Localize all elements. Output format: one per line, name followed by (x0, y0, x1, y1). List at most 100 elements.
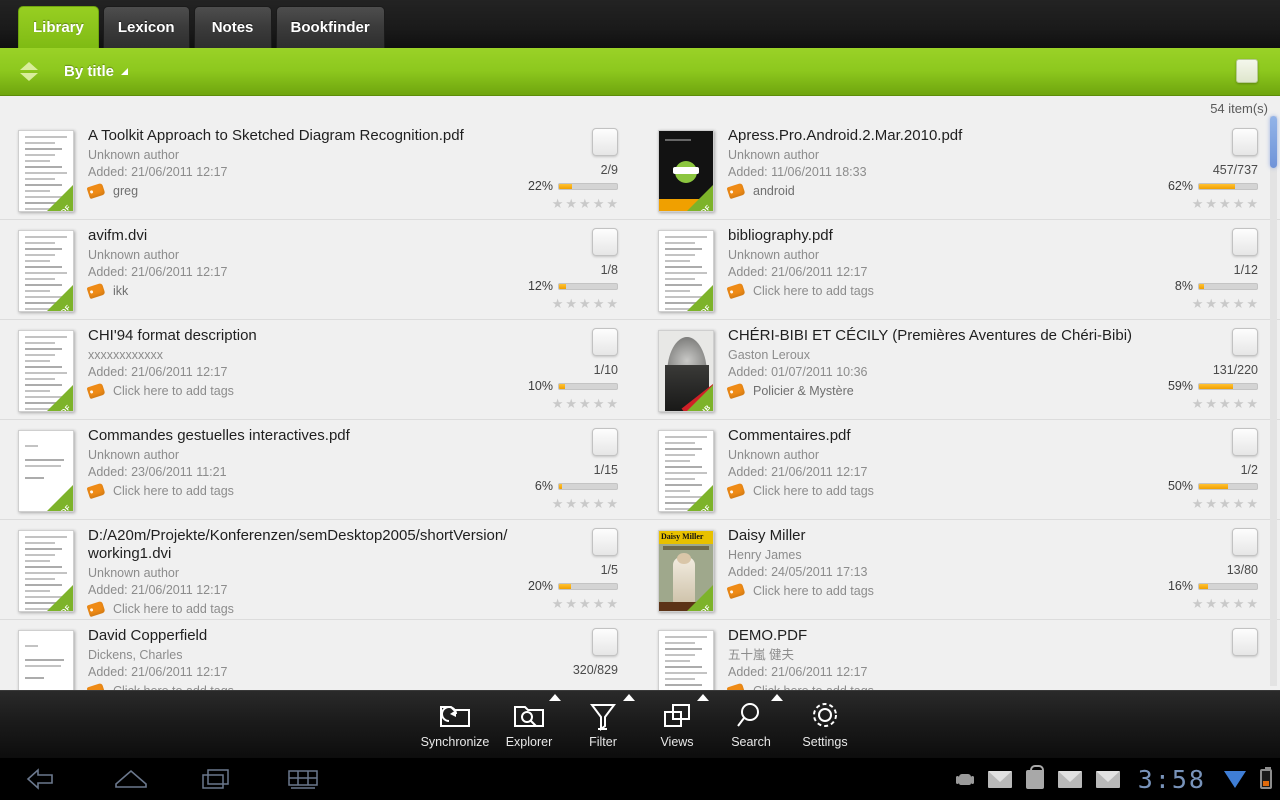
book-tag-label[interactable]: Click here to add tags (113, 484, 234, 498)
star-icon[interactable]: ★ (565, 297, 577, 310)
star-icon[interactable]: ★ (1192, 297, 1204, 310)
star-icon[interactable]: ★ (1192, 197, 1204, 210)
book-tag-label[interactable]: Click here to add tags (753, 584, 874, 598)
book-thumbnail[interactable]: PDF (18, 230, 74, 312)
book-select-checkbox[interactable] (592, 628, 618, 656)
star-icon[interactable]: ★ (1192, 497, 1204, 510)
book-select-checkbox[interactable] (592, 528, 618, 556)
book-tag-row[interactable]: ikk (86, 282, 512, 300)
book-tag-label[interactable]: Click here to add tags (753, 484, 874, 498)
book-tag-label[interactable]: Click here to add tags (113, 602, 234, 616)
rating-stars[interactable]: ★ ★ ★ ★ ★ (552, 397, 618, 410)
star-icon[interactable]: ★ (1192, 597, 1204, 610)
star-icon[interactable]: ★ (552, 297, 564, 310)
star-icon[interactable]: ★ (1246, 497, 1258, 510)
star-icon[interactable]: ★ (1192, 397, 1204, 410)
star-icon[interactable]: ★ (606, 397, 618, 410)
book-select-checkbox[interactable] (1232, 628, 1258, 656)
book-thumbnail[interactable]: Daisy MillerPDF (658, 530, 714, 612)
star-icon[interactable]: ★ (1219, 397, 1231, 410)
rating-stars[interactable]: ★ ★ ★ ★ ★ (1192, 397, 1258, 410)
book-tag-row[interactable]: Click here to add tags (726, 582, 1152, 600)
rating-stars[interactable]: ★ ★ ★ ★ ★ (552, 497, 618, 510)
toolbar-button-views[interactable]: Views (640, 693, 714, 757)
star-icon[interactable]: ★ (1233, 197, 1245, 210)
star-icon[interactable]: ★ (1219, 597, 1231, 610)
mail-icon[interactable] (1095, 770, 1120, 788)
star-icon[interactable]: ★ (606, 497, 618, 510)
sort-updown-icon[interactable] (12, 62, 46, 81)
book-list-item[interactable]: DEMO.PDF五十嵐 健夫Added: 21/06/2011 12:17Cli… (640, 620, 1280, 690)
book-select-checkbox[interactable] (1232, 328, 1258, 356)
book-select-checkbox[interactable] (1232, 128, 1258, 156)
book-list-item[interactable]: PDF bibliography.pdf Unknown author Added: … (640, 220, 1280, 320)
star-icon[interactable]: ★ (1205, 297, 1217, 310)
star-icon[interactable]: ★ (1233, 597, 1245, 610)
book-list-item[interactable]: EPUB CHÉRI-BIBI ET CÉCILY (Premières Aven… (640, 320, 1280, 420)
book-select-checkbox[interactable] (1232, 428, 1258, 456)
book-tag-row[interactable]: Click here to add tags (86, 382, 512, 400)
book-select-checkbox[interactable] (1232, 528, 1258, 556)
book-thumbnail[interactable] (18, 630, 74, 690)
star-icon[interactable]: ★ (593, 597, 605, 610)
recents-icon[interactable] (194, 764, 240, 794)
home-icon[interactable] (108, 764, 154, 794)
tab-bookfinder[interactable]: Bookfinder (275, 6, 385, 48)
back-icon[interactable] (22, 764, 68, 794)
star-icon[interactable]: ★ (579, 397, 591, 410)
star-icon[interactable]: ★ (1219, 197, 1231, 210)
star-icon[interactable]: ★ (565, 497, 577, 510)
star-icon[interactable]: ★ (1205, 397, 1217, 410)
star-icon[interactable]: ★ (565, 197, 577, 210)
book-tag-label[interactable]: Click here to add tags (753, 284, 874, 298)
book-thumbnail[interactable]: EPUB (658, 330, 714, 412)
keyboard-icon[interactable] (280, 764, 326, 794)
star-icon[interactable]: ★ (552, 597, 564, 610)
star-icon[interactable]: ★ (565, 397, 577, 410)
star-icon[interactable]: ★ (552, 197, 564, 210)
book-tag-row[interactable]: android (726, 182, 1152, 200)
book-select-checkbox[interactable] (592, 328, 618, 356)
star-icon[interactable]: ★ (579, 497, 591, 510)
star-icon[interactable]: ★ (593, 397, 605, 410)
book-thumbnail[interactable] (658, 630, 714, 690)
rating-stars[interactable]: ★ ★ ★ ★ ★ (1192, 597, 1258, 610)
star-icon[interactable]: ★ (593, 197, 605, 210)
star-icon[interactable]: ★ (1205, 597, 1217, 610)
view-toggle-icon[interactable] (1236, 59, 1258, 83)
book-list-item[interactable]: PDF Apress.Pro.Android.2.Mar.2010.pdf Unkn… (640, 120, 1280, 220)
book-tag-row[interactable]: Click here to add tags (86, 600, 512, 618)
star-icon[interactable]: ★ (552, 497, 564, 510)
star-icon[interactable]: ★ (1246, 197, 1258, 210)
star-icon[interactable]: ★ (1219, 297, 1231, 310)
star-icon[interactable]: ★ (552, 397, 564, 410)
star-icon[interactable]: ★ (593, 297, 605, 310)
rating-stars[interactable]: ★ ★ ★ ★ ★ (552, 197, 618, 210)
toolbar-button-explorer[interactable]: Explorer (492, 693, 566, 757)
book-tag-label[interactable]: ikk (113, 284, 128, 298)
book-thumbnail[interactable]: PDF (18, 130, 74, 212)
toolbar-button-filter[interactable]: Filter (566, 693, 640, 757)
book-tag-label[interactable]: greg (113, 184, 138, 198)
book-select-checkbox[interactable] (1232, 228, 1258, 256)
vertical-scrollbar[interactable] (1270, 116, 1277, 686)
star-icon[interactable]: ★ (606, 297, 618, 310)
book-list-item[interactable]: PDF CHI'94 format description xxxxxxxxxxxx… (0, 320, 640, 420)
book-thumbnail[interactable]: PDF (658, 130, 714, 212)
book-thumbnail[interactable]: PDF (658, 230, 714, 312)
mail-icon[interactable] (987, 770, 1012, 788)
star-icon[interactable]: ★ (579, 297, 591, 310)
star-icon[interactable]: ★ (1246, 597, 1258, 610)
book-tag-row[interactable]: Click here to add tags (726, 482, 1152, 500)
sort-selector[interactable]: By title (64, 63, 129, 80)
book-list-item[interactable]: PDF Commentaires.pdf Unknown author Added: … (640, 420, 1280, 520)
scrollbar-thumb[interactable] (1270, 116, 1277, 168)
rating-stars[interactable]: ★ ★ ★ ★ ★ (1192, 297, 1258, 310)
book-list-item[interactable]: Daisy MillerPDF Daisy Miller Henry James Ad… (640, 520, 1280, 620)
star-icon[interactable]: ★ (579, 197, 591, 210)
book-list-item[interactable]: PDF avifm.dvi Unknown author Added: 21/06/2… (0, 220, 640, 320)
book-tag-label[interactable]: android (753, 184, 795, 198)
rating-stars[interactable]: ★ ★ ★ ★ ★ (552, 297, 618, 310)
book-select-checkbox[interactable] (592, 428, 618, 456)
wifi-icon[interactable] (1224, 770, 1246, 788)
